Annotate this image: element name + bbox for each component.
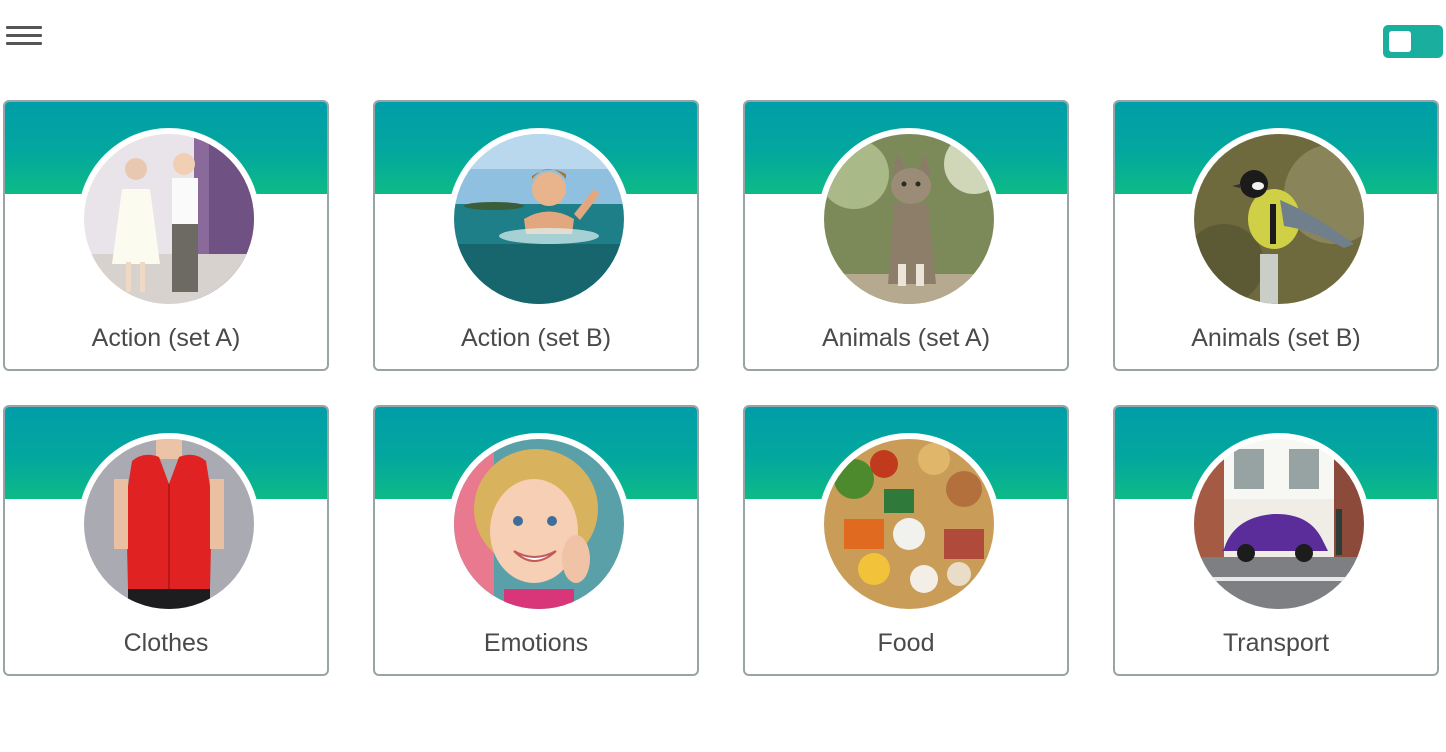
smiling-girl-photo (454, 439, 624, 609)
category-card-emotions[interactable]: Emotions (373, 405, 699, 676)
top-bar (0, 0, 1446, 80)
child-swimming-photo (454, 134, 624, 304)
category-card-food[interactable]: Food (743, 405, 1069, 676)
menu-line (6, 34, 42, 37)
menu-line (6, 26, 42, 29)
card-label: Animals (set A) (821, 324, 991, 352)
card-label: Action (set B) (460, 324, 612, 352)
children-dancing-photo (84, 134, 254, 304)
red-blouse-photo (84, 439, 254, 609)
card-label: Animals (set B) (1191, 324, 1361, 352)
card-label: Clothes (123, 629, 209, 657)
menu-line (6, 42, 42, 45)
assorted-food-photo (824, 439, 994, 609)
card-label: Action (set A) (91, 324, 241, 352)
category-card-transport[interactable]: Transport (1113, 405, 1439, 676)
toggle-knob (1389, 31, 1411, 52)
category-card-clothes[interactable]: Clothes (3, 405, 329, 676)
category-card-action-set-b[interactable]: Action (set B) (373, 100, 699, 371)
category-card-animals-set-b[interactable]: Animals (set B) (1113, 100, 1439, 371)
purple-car-photo (1194, 439, 1364, 609)
card-label: Transport (1222, 629, 1330, 657)
category-card-animals-set-a[interactable]: Animals (set A) (743, 100, 1069, 371)
card-label: Emotions (483, 629, 589, 657)
cat-sitting-photo (824, 134, 994, 304)
great-tit-bird-photo (1194, 134, 1364, 304)
hamburger-menu-icon[interactable] (6, 24, 42, 50)
toggle-switch[interactable] (1383, 25, 1443, 58)
card-label: Food (877, 629, 935, 657)
category-card-action-set-a[interactable]: Action (set A) (3, 100, 329, 371)
